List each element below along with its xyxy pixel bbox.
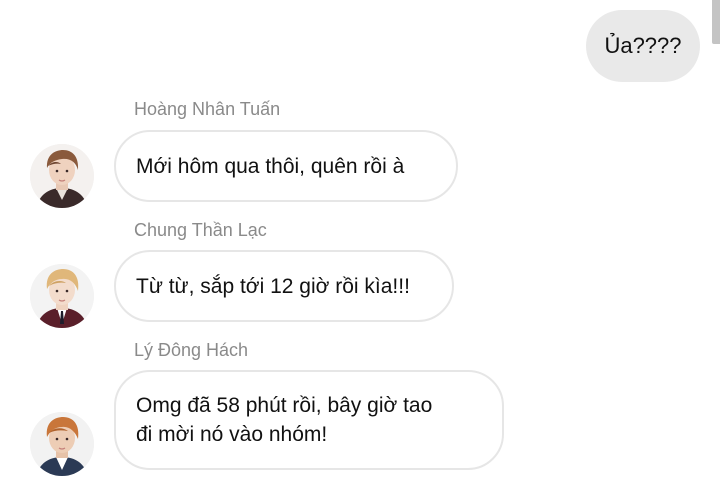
avatar-photo-icon — [30, 264, 94, 328]
message-text: Ủa???? — [604, 33, 682, 58]
incoming-message-bubble[interactable]: Từ từ, sắp tới 12 giờ rồi kìa!!! — [114, 250, 454, 322]
outgoing-message-bubble[interactable]: Ủa???? — [586, 10, 700, 82]
sender-name: Lý Đông Hách — [134, 340, 249, 360]
scrollbar[interactable] — [712, 0, 720, 44]
avatar[interactable] — [30, 412, 94, 476]
incoming-message-bubble[interactable]: Mới hôm qua thôi, quên rồi à — [114, 130, 458, 202]
message-text: Mới hôm qua thôi, quên rồi à — [136, 154, 405, 178]
message-text: Từ từ, sắp tới 12 giờ rồi kìa!!! — [136, 274, 410, 298]
sender-name: Chung Thần Lạc — [134, 220, 267, 240]
avatar-photo-icon — [30, 412, 94, 476]
incoming-message-bubble[interactable]: Omg đã 58 phút rồi, bây giờ tao đi mời n… — [114, 370, 504, 470]
avatar[interactable] — [30, 264, 94, 328]
avatar-photo-icon — [30, 144, 94, 208]
sender-name: Hoàng Nhân Tuấn — [134, 99, 281, 119]
avatar[interactable] — [30, 144, 94, 208]
message-text: Omg đã 58 phút rồi, bây giờ tao đi mời n… — [136, 394, 433, 446]
